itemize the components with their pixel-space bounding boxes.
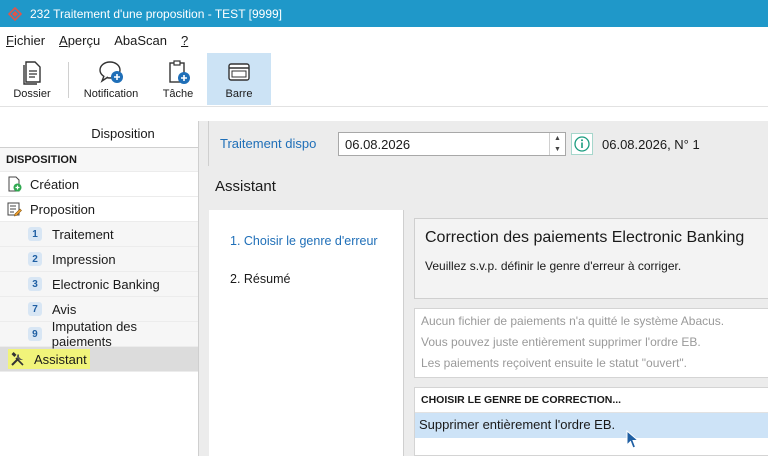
- chat-bubble-add-icon: [99, 61, 123, 83]
- chevron-up-icon[interactable]: ▲: [550, 133, 565, 144]
- section-header-disposition: DISPOSITION: [0, 148, 198, 172]
- menu-apercu[interactable]: Aperçu: [57, 30, 102, 51]
- assistant-highlight: Assistant: [8, 349, 90, 369]
- left-navigation-panel: Disposition DISPOSITION Création Proposi…: [0, 121, 199, 456]
- traitement-dispo-label: Traitement dispo: [220, 136, 317, 151]
- tache-button[interactable]: Tâche: [149, 53, 207, 105]
- correction-title: Correction des paiements Electronic Bank…: [425, 229, 745, 246]
- choice-option-selected[interactable]: Supprimer entièrement l'ordre EB.: [415, 413, 768, 438]
- info-note: Aucun fichier de paiements n'a quitté le…: [421, 314, 725, 328]
- correction-header-box: Correction des paiements Electronic Bank…: [414, 218, 768, 299]
- nav-item-impression[interactable]: 2 Impression: [0, 247, 198, 272]
- info-icon[interactable]: [571, 133, 593, 155]
- info-note: Vous pouvez juste entièrement supprimer …: [421, 335, 701, 349]
- info-notes-box: Aucun fichier de paiements n'a quitté le…: [414, 308, 768, 378]
- choice-list-header: CHOISIR LE GENRE DE CORRECTION...: [415, 388, 768, 413]
- nav-item-assistant[interactable]: Assistant: [0, 347, 198, 372]
- date-spinner[interactable]: ▲ ▼: [549, 133, 565, 155]
- notification-button[interactable]: Notification: [73, 53, 149, 105]
- date-field[interactable]: ▲ ▼: [338, 132, 566, 156]
- nav-item-traitement[interactable]: 1 Traitement: [0, 222, 198, 247]
- correction-choice-list: CHOISIR LE GENRE DE CORRECTION... Suppri…: [414, 387, 768, 456]
- window-title: 232 Traitement d'une proposition - TEST …: [30, 6, 282, 21]
- main-content-area: Traitement dispo ▲ ▼ 06.08.2026, N° 1 As…: [199, 121, 768, 456]
- new-document-icon: [8, 176, 22, 192]
- step-number-badge: 1: [28, 227, 42, 241]
- toolbar: Dossier Notification Tâche Barre: [0, 53, 768, 107]
- title-bar: 232 Traitement d'une proposition - TEST …: [0, 0, 768, 27]
- window-icon: [228, 63, 250, 81]
- edit-document-icon: [7, 202, 22, 217]
- step-number-badge: 2: [28, 252, 42, 266]
- chevron-down-icon[interactable]: ▼: [550, 144, 565, 155]
- wizard-content-panel: Correction des paiements Electronic Bank…: [404, 210, 768, 456]
- step-number-badge: 3: [28, 277, 42, 291]
- wizard-step-1[interactable]: 1. Choisir le genre d'erreur: [230, 234, 378, 248]
- step-number-badge: 9: [28, 327, 42, 341]
- clipboard-add-icon: [169, 60, 190, 84]
- toolbar-separator: [68, 62, 69, 98]
- mouse-cursor-icon: [626, 430, 640, 449]
- nav-item-creation[interactable]: Création: [0, 172, 198, 197]
- date-number-info: 06.08.2026, N° 1: [602, 137, 700, 152]
- tools-icon: [11, 352, 24, 366]
- menu-fichier[interactable]: Fichier: [4, 30, 47, 51]
- step-number-badge: 7: [28, 302, 42, 316]
- menu-abascan[interactable]: AbaScan: [112, 30, 169, 51]
- date-input[interactable]: [339, 133, 549, 155]
- assistant-title: Assistant: [215, 178, 276, 195]
- nav-item-electronic-banking[interactable]: 3 Electronic Banking: [0, 272, 198, 297]
- nav-item-imputation[interactable]: 9 Imputation des paiements: [0, 319, 198, 349]
- correction-instruction: Veuillez s.v.p. définir le genre d'erreu…: [425, 259, 682, 273]
- wizard-step-2[interactable]: 2. Résumé: [230, 272, 290, 286]
- abacus-app-icon: [8, 6, 22, 21]
- wizard-steps-panel: 1. Choisir le genre d'erreur 2. Résumé: [209, 210, 404, 456]
- dossier-button[interactable]: Dossier: [2, 53, 62, 105]
- barre-button[interactable]: Barre: [207, 53, 271, 105]
- menu-help[interactable]: ?: [179, 30, 190, 51]
- info-circle-icon: [574, 136, 590, 152]
- menu-bar: Fichier Aperçu AbaScan ?: [0, 27, 768, 53]
- nav-item-proposition[interactable]: Proposition: [0, 197, 198, 222]
- info-note: Les paiements reçoivent ensuite le statu…: [421, 356, 687, 370]
- left-panel-header: Disposition: [0, 121, 198, 148]
- disposition-header-bar: Traitement dispo ▲ ▼ 06.08.2026, N° 1: [208, 121, 768, 166]
- document-icon: [23, 61, 41, 85]
